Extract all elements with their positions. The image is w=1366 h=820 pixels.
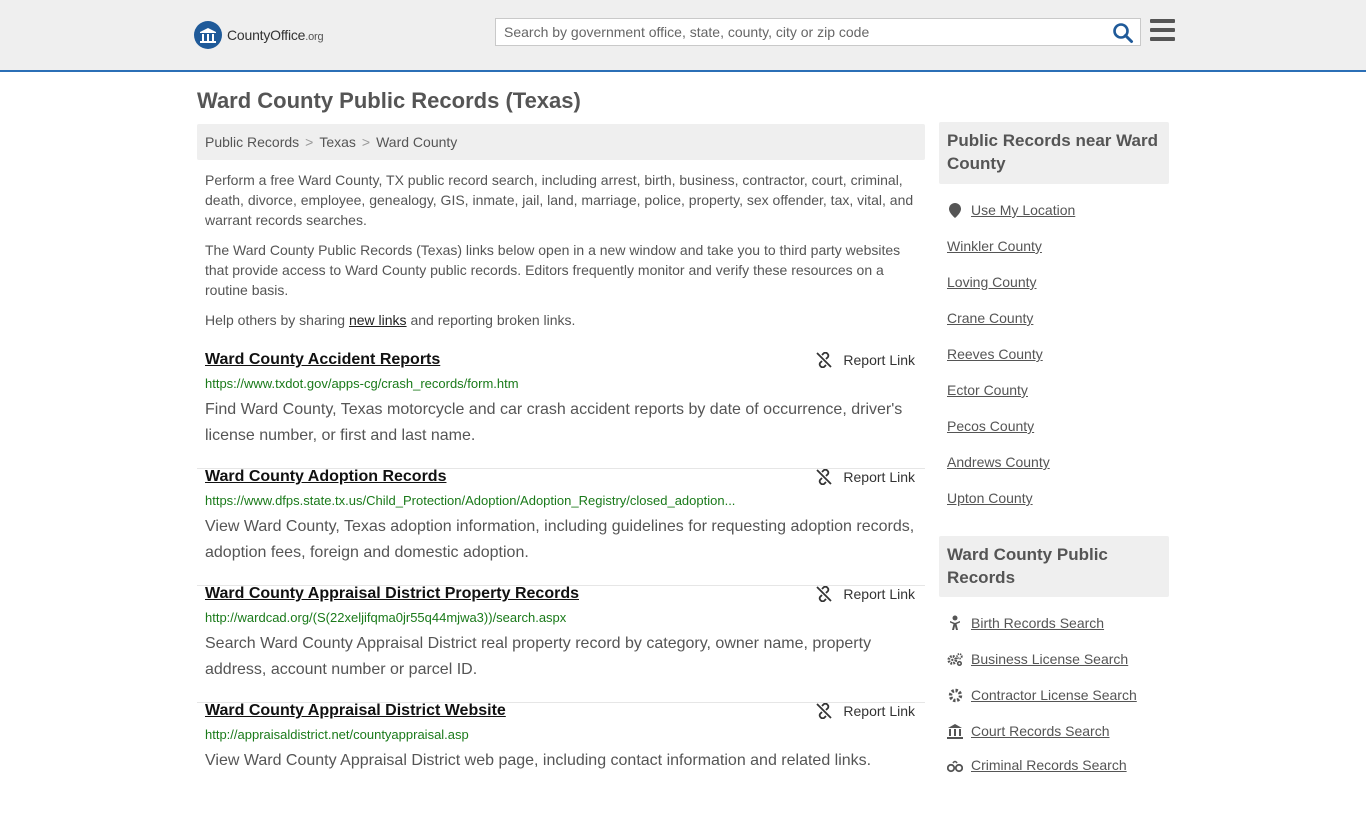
- breadcrumb-separator: >: [305, 134, 314, 150]
- nearby-county-link[interactable]: Crane County: [947, 310, 1033, 326]
- nearby-county-link[interactable]: Loving County: [947, 274, 1037, 290]
- criminal-records-search-label: Criminal Records Search: [971, 757, 1127, 773]
- breadcrumb-item-texas[interactable]: Texas: [319, 134, 356, 150]
- gear-icon: [947, 687, 963, 703]
- report-link-label: Report Link: [843, 469, 915, 485]
- breadcrumb-separator: >: [361, 134, 371, 150]
- logo-text: CountyOffice.org: [227, 27, 324, 43]
- site-logo[interactable]: CountyOffice.org: [194, 21, 324, 49]
- links-disclaimer: The Ward County Public Records (Texas) l…: [205, 242, 901, 298]
- sidebar-heading-county-records: Ward County Public Records: [939, 536, 1169, 597]
- baby-icon: [947, 615, 963, 631]
- handcuffs-icon: [947, 757, 963, 773]
- breadcrumb: Public Records > Texas > Ward County: [197, 124, 925, 160]
- record-url[interactable]: https://www.dfps.state.tx.us/Child_Prote…: [205, 493, 735, 508]
- breadcrumb-item-ward-county: Ward County: [376, 134, 458, 150]
- new-links-link[interactable]: new links: [349, 312, 407, 328]
- contractor-license-search-link[interactable]: Contractor License Search: [947, 687, 1137, 703]
- business-license-search-label: Business License Search: [971, 651, 1129, 667]
- breadcrumb-item-public-records[interactable]: Public Records: [205, 134, 299, 150]
- search-box: [495, 18, 1141, 46]
- use-my-location-link[interactable]: Use My Location: [947, 202, 1075, 218]
- nearby-county-link[interactable]: Ector County: [947, 382, 1028, 398]
- broken-link-icon: [816, 352, 833, 368]
- record-description: Search Ward County Appraisal District re…: [205, 635, 872, 678]
- broken-link-icon: [816, 586, 833, 602]
- record-title-link[interactable]: Ward County Appraisal District Property …: [205, 585, 579, 603]
- broken-link-icon: [816, 703, 833, 719]
- broken-link-icon: [816, 469, 833, 485]
- record-item: Ward County Appraisal District Property …: [197, 585, 925, 703]
- gears-icon: [947, 651, 963, 667]
- sidebar-heading-nearby: Public Records near Ward County: [939, 122, 1169, 184]
- nearby-county-link[interactable]: Winkler County: [947, 238, 1042, 254]
- logo-main: CountyOffice: [227, 27, 306, 43]
- report-link-label: Report Link: [843, 352, 915, 368]
- help-text-before: Help others by sharing: [205, 312, 349, 328]
- logo-tld: .org: [305, 31, 324, 43]
- record-url[interactable]: https://www.txdot.gov/apps-cg/crash_reco…: [205, 376, 519, 391]
- report-link-button[interactable]: Report Link: [816, 352, 915, 368]
- record-title-link[interactable]: Ward County Adoption Records: [205, 468, 446, 486]
- record-description: View Ward County, Texas adoption informa…: [205, 518, 915, 561]
- record-item: Ward County Appraisal District Website R…: [197, 702, 925, 820]
- record-item: Ward County Adoption Records Report Link…: [197, 468, 925, 586]
- intro-paragraph: Perform a free Ward County, TX public re…: [205, 172, 914, 228]
- search-input[interactable]: [496, 19, 1096, 45]
- use-my-location-label: Use My Location: [971, 202, 1076, 218]
- birth-records-search-link[interactable]: Birth Records Search: [947, 615, 1104, 631]
- court-records-search-label: Court Records Search: [971, 723, 1110, 739]
- report-link-button[interactable]: Report Link: [816, 586, 915, 602]
- record-url[interactable]: http://wardcad.org/(S(22xeljifqma0jr55q4…: [205, 610, 566, 625]
- record-url[interactable]: http://appraisaldistrict.net/countyappra…: [205, 727, 469, 742]
- record-title-link[interactable]: Ward County Accident Reports: [205, 351, 440, 369]
- nearby-county-link[interactable]: Pecos County: [947, 418, 1034, 434]
- nearby-county-link[interactable]: Upton County: [947, 490, 1033, 506]
- search-icon[interactable]: [1112, 22, 1134, 44]
- contractor-license-search-label: Contractor License Search: [971, 687, 1137, 703]
- birth-records-search-label: Birth Records Search: [971, 615, 1105, 631]
- report-link-label: Report Link: [843, 703, 915, 719]
- report-link-button[interactable]: Report Link: [816, 703, 915, 719]
- court-records-search-link[interactable]: Court Records Search: [947, 723, 1110, 739]
- hamburger-menu-icon[interactable]: [1150, 19, 1176, 43]
- help-text-after: and reporting broken links.: [406, 312, 576, 328]
- record-description: Find Ward County, Texas motorcycle and c…: [205, 401, 903, 444]
- help-text: Help others by sharing new links and rep…: [205, 310, 920, 330]
- business-license-search-link[interactable]: Business License Search: [947, 651, 1128, 667]
- criminal-records-search-link[interactable]: Criminal Records Search: [947, 757, 1127, 773]
- top-header: CountyOffice.org: [0, 0, 1366, 72]
- record-title-link[interactable]: Ward County Appraisal District Website: [205, 702, 506, 720]
- record-description: View Ward County Appraisal District web …: [205, 752, 872, 769]
- nearby-county-link[interactable]: Reeves County: [947, 346, 1043, 362]
- logo-badge-icon: [194, 21, 222, 49]
- report-link-button[interactable]: Report Link: [816, 469, 915, 485]
- record-item: Ward County Accident Reports Report Link…: [197, 351, 925, 469]
- page-title: Ward County Public Records (Texas): [197, 88, 581, 113]
- courthouse-icon: [947, 723, 963, 739]
- nearby-county-link[interactable]: Andrews County: [947, 454, 1050, 470]
- location-pin-icon: [947, 202, 963, 218]
- report-link-label: Report Link: [843, 586, 915, 602]
